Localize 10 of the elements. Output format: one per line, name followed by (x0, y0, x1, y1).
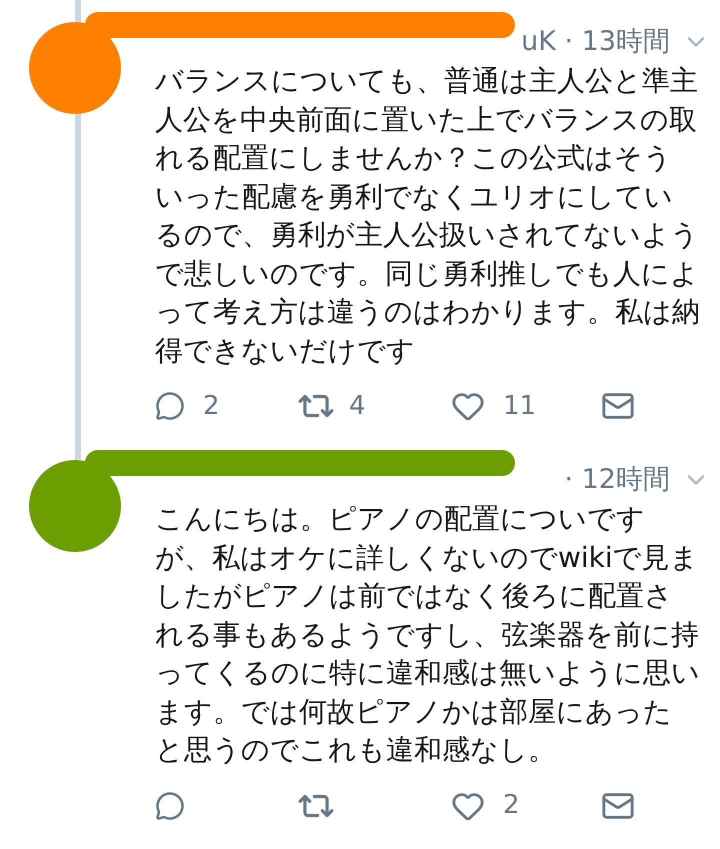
tweet-text: こんにちは。ピアノの配置についですが、私はオケに詳しくないのでwikiで見ましたがピアノは前ではなく後ろに配置される事もあるようですし、弦楽器を前に持ってくるのに特に違和感は無いように思います。では何故ピアノかは部屋にあったと思うのでこれも違和感なし。 (155, 501, 700, 768)
reply-icon[interactable] (155, 790, 185, 820)
like-count: 11 (503, 390, 536, 422)
retweet-count: 4 (349, 390, 366, 422)
tweet-meta: uK · 13時間 (521, 24, 670, 59)
tweet-text: バランスについても、普通は主人公と準主人公を中央前面に置いた上でバランスの取れる配置にしませんか？この公式はそういった配慮を勇利でなくユリオにしているので、勇利が主人公扱いされてないようで悲しいのです。同じ勇利推しでも人によって考え方は違うのはわかります。私は納得できないだけです (155, 63, 700, 368)
like-count: 2 (503, 789, 520, 822)
reply-count: 2 (203, 390, 220, 422)
tweet-meta: · 12時間 (564, 462, 670, 497)
reply-icon[interactable] (155, 391, 185, 421)
